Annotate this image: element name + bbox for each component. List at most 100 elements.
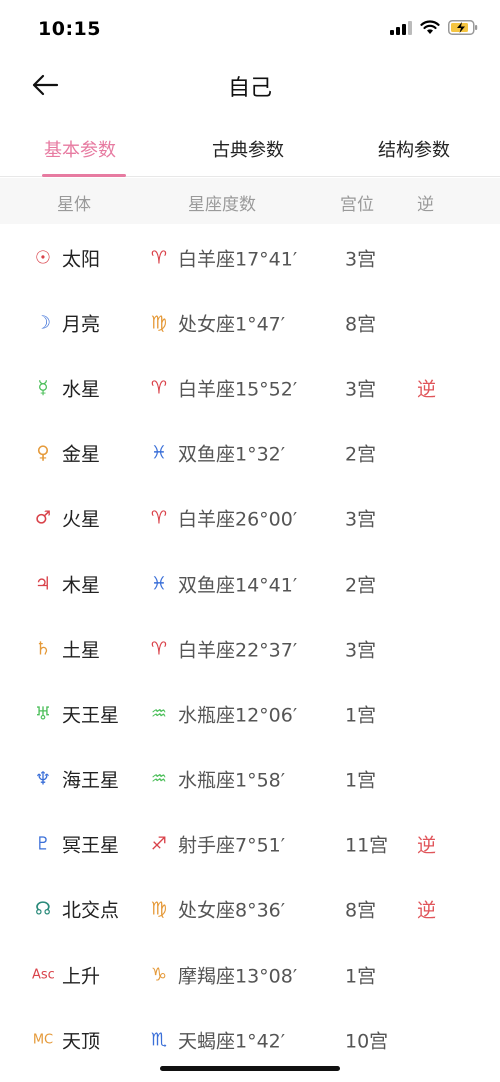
retrograde-marker: 逆 (417, 834, 437, 857)
table-row[interactable]: ☊ 北交点 ♍ 处女座8°36′ 8宫 逆 (0, 877, 500, 942)
planet-name: 天王星 (62, 704, 120, 727)
planet-table: ☉ 太阳 ♈ 白羊座17°41′ 3宫 ☽ 月亮 ♍ 处女座1°47′ 8宫 ☿… (0, 225, 500, 1072)
house-value: 11宫 (345, 834, 389, 857)
table-row[interactable]: ♀ 金星 ♓ 双鱼座1°32′ 2宫 (0, 421, 500, 486)
retrograde-marker: 逆 (417, 378, 437, 401)
table-row[interactable]: Asc 上升 ♑ 摩羯座13°08′ 1宫 (0, 942, 500, 1007)
sign-position: 摩羯座13°08′ (178, 965, 298, 988)
sign-position: 处女座1°47′ (178, 313, 286, 336)
planet-symbol-icon: ♄ (34, 638, 52, 660)
battery-charging-icon (448, 20, 478, 39)
planet-name: 土星 (62, 639, 101, 662)
house-value: 3宫 (345, 248, 377, 271)
planet-symbol-icon: ♆ (34, 768, 52, 790)
planet-symbol-icon: ♀ (36, 442, 50, 464)
zodiac-symbol-icon: ♓ (150, 573, 168, 595)
status-icons (390, 20, 478, 39)
sign-position: 双鱼座14°41′ (178, 574, 298, 597)
tab-bar: 基本参数 古典参数 结构参数 (0, 126, 500, 177)
column-header-retrograde: 逆 (417, 195, 434, 215)
planet-name: 冥王星 (62, 834, 120, 857)
zodiac-symbol-icon: ♈ (150, 377, 168, 399)
house-value: 8宫 (345, 899, 377, 922)
sign-position: 白羊座15°52′ (178, 378, 298, 401)
column-header-house: 宫位 (340, 195, 374, 215)
table-header: 星体 星座度数 宫位 逆 (0, 178, 500, 224)
planet-symbol-icon: ♂ (34, 507, 52, 529)
status-time: 10:15 (38, 18, 101, 40)
planet-name: 上升 (62, 965, 101, 988)
home-indicator[interactable] (160, 1066, 340, 1071)
column-header-degree: 星座度数 (188, 195, 256, 215)
table-row[interactable]: ♅ 天王星 ♒ 水瓶座12°06′ 1宫 (0, 681, 500, 746)
planet-symbol-icon: ♃ (34, 573, 52, 595)
house-value: 1宫 (345, 965, 377, 988)
sign-position: 白羊座17°41′ (178, 248, 298, 271)
planet-symbol-icon: ♅ (34, 703, 52, 725)
sign-position: 白羊座26°00′ (178, 508, 298, 531)
table-row[interactable]: ♇ 冥王星 ♐ 射手座7°51′ 11宫 逆 (0, 812, 500, 877)
zodiac-symbol-icon: ♍ (150, 898, 168, 920)
house-value: 2宫 (345, 574, 377, 597)
table-row[interactable]: ☉ 太阳 ♈ 白羊座17°41′ 3宫 (0, 225, 500, 290)
sign-position: 水瓶座12°06′ (178, 704, 298, 727)
zodiac-symbol-icon: ♒ (150, 703, 168, 725)
wifi-icon (420, 20, 440, 39)
zodiac-symbol-icon: ♏ (150, 1029, 168, 1051)
sign-position: 处女座8°36′ (178, 899, 286, 922)
planet-symbol-icon: ♇ (34, 833, 52, 855)
zodiac-symbol-icon: ♐ (150, 833, 168, 855)
planet-name: 金星 (62, 443, 101, 466)
planet-symbol-icon: ☉ (34, 247, 52, 269)
zodiac-symbol-icon: ♈ (150, 638, 168, 660)
house-value: 2宫 (345, 443, 377, 466)
zodiac-symbol-icon: ♑ (150, 964, 168, 986)
sign-position: 双鱼座1°32′ (178, 443, 286, 466)
zodiac-symbol-icon: ♒ (150, 768, 168, 790)
planet-name: 水星 (62, 378, 101, 401)
planet-name: 太阳 (62, 248, 101, 271)
sign-position: 天蝎座1°42′ (178, 1030, 286, 1053)
planet-name: 天顶 (62, 1030, 101, 1053)
page-title: 自己 (227, 76, 272, 101)
ascendant-symbol-icon: Asc (32, 967, 55, 983)
zodiac-symbol-icon: ♈ (150, 247, 168, 269)
cellular-signal-icon (390, 20, 412, 39)
nav-bar: 自己 (0, 60, 500, 112)
planet-name: 北交点 (62, 899, 120, 922)
house-value: 3宫 (345, 639, 377, 662)
retrograde-marker: 逆 (417, 899, 437, 922)
table-row[interactable]: ♄ 土星 ♈ 白羊座22°37′ 3宫 (0, 616, 500, 681)
table-row[interactable]: ♃ 木星 ♓ 双鱼座14°41′ 2宫 (0, 551, 500, 616)
house-value: 1宫 (345, 704, 377, 727)
house-value: 3宫 (345, 378, 377, 401)
sign-position: 射手座7°51′ (178, 834, 286, 857)
planet-name: 火星 (62, 508, 101, 531)
table-row[interactable]: ☽ 月亮 ♍ 处女座1°47′ 8宫 (0, 290, 500, 355)
table-row[interactable]: ♆ 海王星 ♒ 水瓶座1°58′ 1宫 (0, 747, 500, 812)
planet-name: 木星 (62, 574, 101, 597)
active-tab-indicator (42, 174, 126, 177)
tab-classic-params[interactable]: 古典参数 (212, 136, 284, 162)
planet-name: 月亮 (62, 313, 101, 336)
zodiac-symbol-icon: ♍ (150, 312, 168, 334)
house-value: 3宫 (345, 508, 377, 531)
table-row[interactable]: ♂ 火星 ♈ 白羊座26°00′ 3宫 (0, 486, 500, 551)
planet-symbol-icon: ☽ (34, 312, 52, 334)
status-bar: 10:15 (0, 0, 500, 60)
column-header-planet: 星体 (57, 195, 91, 215)
zodiac-symbol-icon: ♓ (150, 442, 168, 464)
house-value: 10宫 (345, 1030, 389, 1053)
sign-position: 水瓶座1°58′ (178, 769, 286, 792)
table-row[interactable]: ☿ 水星 ♈ 白羊座15°52′ 3宫 逆 (0, 355, 500, 420)
tab-basic-params[interactable]: 基本参数 (44, 136, 116, 162)
sign-position: 白羊座22°37′ (178, 639, 298, 662)
planet-name: 海王星 (62, 769, 120, 792)
planet-symbol-icon: ☊ (35, 898, 51, 920)
house-value: 8宫 (345, 313, 377, 336)
planet-symbol-icon: ☿ (37, 377, 49, 399)
house-value: 1宫 (345, 769, 377, 792)
zodiac-symbol-icon: ♈ (150, 507, 168, 529)
tab-structure-params[interactable]: 结构参数 (378, 136, 450, 162)
table-row[interactable]: MC 天顶 ♏ 天蝎座1°42′ 10宫 (0, 1007, 500, 1072)
